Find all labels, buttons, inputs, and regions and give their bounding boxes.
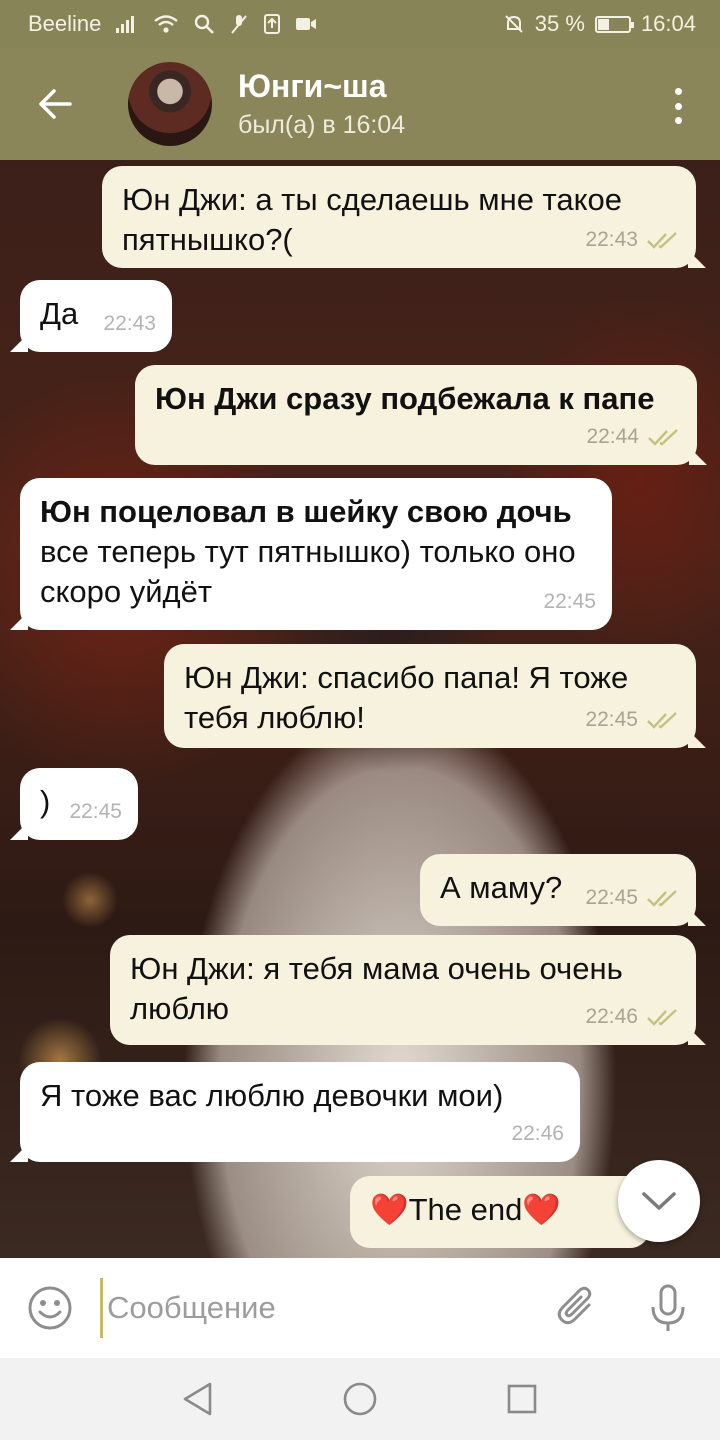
more-vertical-icon[interactable] bbox=[666, 84, 690, 128]
chat-title-block[interactable]: Юнги~ша был(а) в 16:04 bbox=[238, 68, 405, 140]
message-text-bold: Юн поцеловал в шейку свою дочь bbox=[40, 494, 572, 529]
message-input-bar bbox=[0, 1258, 720, 1358]
double-check-icon bbox=[647, 890, 677, 907]
heart-emoji: ❤️ bbox=[522, 1192, 561, 1227]
nav-home-button[interactable] bbox=[338, 1377, 382, 1421]
avatar[interactable] bbox=[128, 62, 212, 146]
message-time: 22:44 bbox=[586, 425, 639, 448]
upload-icon bbox=[263, 13, 281, 35]
system-nav-bar bbox=[0, 1358, 720, 1440]
nav-back-button[interactable] bbox=[176, 1377, 220, 1421]
message-bubble-outgoing[interactable]: Юн Джи: спасибо папа! Я тоже тебя люблю!… bbox=[164, 644, 706, 748]
arrow-left-icon bbox=[39, 89, 72, 119]
message-bubble-incoming[interactable]: Да 22:43 bbox=[10, 280, 172, 352]
message-bubble-incoming[interactable]: Я тоже вас люблю девочки мои) 22:46 bbox=[10, 1062, 580, 1162]
last-seen-status: был(а) в 16:04 bbox=[238, 111, 406, 139]
square-recents-icon bbox=[507, 1384, 537, 1414]
status-bar: Beeline 35 % 16:04 bbox=[0, 0, 720, 48]
signal-icon bbox=[115, 14, 139, 34]
chat-area[interactable]: Юн Джи: а ты сделаешь мне такое пятнышко… bbox=[0, 160, 720, 1258]
carrier-name: Beeline bbox=[28, 11, 102, 36]
message-bubble-outgoing[interactable]: ❤️The end❤️ 22:4 bbox=[350, 1176, 650, 1248]
search-icon bbox=[193, 13, 215, 35]
message-content: ❤️The end❤️ bbox=[370, 1190, 630, 1230]
paperclip-icon bbox=[557, 1286, 592, 1325]
circle-home-icon bbox=[343, 1382, 377, 1416]
message-bubble-outgoing[interactable]: Юн Джи сразу подбежала к папе 22:44 bbox=[135, 365, 707, 465]
mic-off-icon bbox=[229, 13, 249, 35]
triangle-back-icon bbox=[183, 1382, 212, 1416]
bell-off-icon bbox=[503, 13, 525, 35]
chat-title: Юнги~ша bbox=[238, 68, 387, 104]
chat-header: Юнги~ша был(а) в 16:04 bbox=[0, 48, 720, 160]
message-text: все теперь тут пятнышко) только оно скор… bbox=[40, 534, 576, 609]
message-time: 22:46 bbox=[585, 1005, 638, 1028]
message-time: 22:43 bbox=[585, 228, 638, 251]
message-bubble-outgoing[interactable]: Юн Джи: я тебя мама очень очень люблю 22… bbox=[110, 935, 706, 1045]
message-bubble-incoming[interactable]: ) 22:45 bbox=[10, 768, 138, 840]
message-text: The end bbox=[408, 1192, 523, 1227]
message-text: Юн Джи сразу подбежала к папе bbox=[155, 381, 655, 416]
message-time: 22:45 bbox=[543, 590, 596, 613]
chevron-down-icon bbox=[642, 1192, 676, 1210]
double-check-icon bbox=[647, 232, 677, 249]
nav-recents-button[interactable] bbox=[500, 1377, 544, 1421]
heart-emoji: ❤️ bbox=[370, 1192, 409, 1227]
battery-percent: 35 % bbox=[534, 11, 585, 36]
message-time: 22:46 bbox=[511, 1122, 564, 1145]
double-check-icon bbox=[648, 429, 678, 446]
attach-button[interactable] bbox=[548, 1278, 608, 1338]
message-text: Я тоже вас люблю девочки мои) bbox=[40, 1078, 504, 1113]
double-check-icon bbox=[647, 1009, 677, 1026]
message-bubble-outgoing[interactable]: А маму? 22:45 bbox=[420, 854, 706, 926]
scroll-down-button[interactable] bbox=[618, 1160, 700, 1242]
smile-icon bbox=[28, 1286, 72, 1330]
battery-level-fill bbox=[597, 18, 610, 30]
emoji-button[interactable] bbox=[0, 1258, 100, 1358]
message-time: 22:43 bbox=[103, 312, 156, 335]
message-time: 22:45 bbox=[585, 886, 638, 909]
message-bubble-outgoing[interactable]: Юн Джи: а ты сделаешь мне такое пятнышко… bbox=[102, 166, 706, 268]
double-check-icon bbox=[647, 712, 677, 729]
message-time: 22:45 bbox=[585, 708, 638, 731]
message-time: 22:45 bbox=[69, 800, 122, 823]
wifi-icon bbox=[153, 14, 179, 34]
message-input[interactable] bbox=[100, 1278, 520, 1338]
battery-icon bbox=[594, 15, 634, 33]
clock: 16:04 bbox=[640, 11, 696, 36]
voice-record-button[interactable] bbox=[638, 1278, 698, 1338]
back-button[interactable] bbox=[0, 48, 110, 160]
video-icon bbox=[295, 16, 317, 32]
message-bubble-incoming[interactable]: Юн поцеловал в шейку свою дочь все тепер… bbox=[10, 478, 612, 630]
microphone-icon bbox=[651, 1284, 685, 1331]
